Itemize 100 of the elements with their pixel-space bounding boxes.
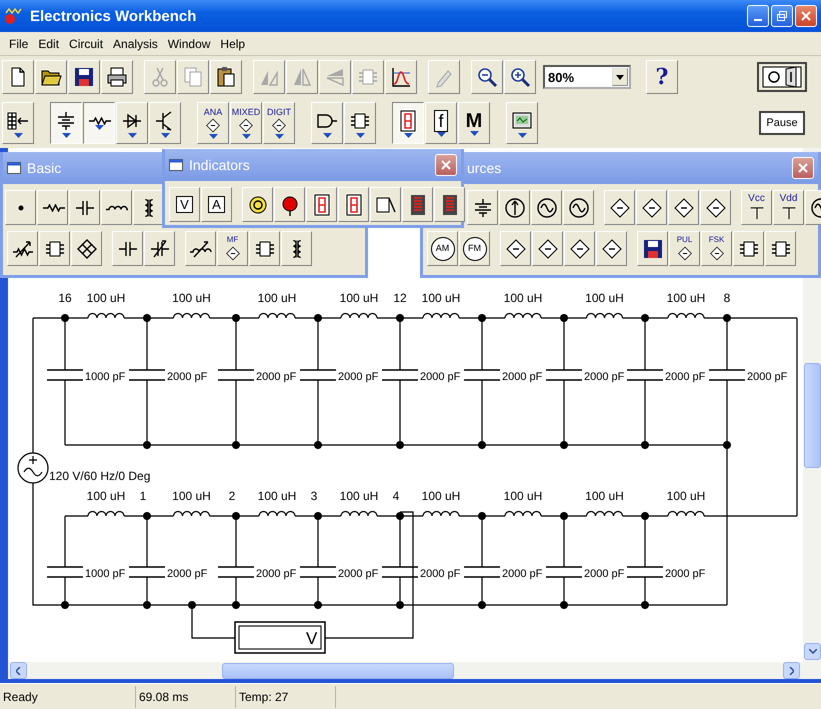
component-button[interactable] bbox=[467, 190, 498, 225]
component-button[interactable] bbox=[69, 190, 100, 225]
component-button[interactable] bbox=[133, 190, 164, 225]
inductance-value: 100 uH bbox=[585, 291, 624, 305]
component-button[interactable] bbox=[144, 231, 175, 266]
component-button[interactable] bbox=[274, 187, 305, 222]
parts-bin-button[interactable]: f bbox=[425, 102, 457, 144]
toolbar-button[interactable] bbox=[210, 60, 242, 94]
toolbar-button[interactable] bbox=[385, 60, 417, 94]
component-button[interactable] bbox=[499, 190, 530, 225]
toolbar-button[interactable] bbox=[471, 60, 503, 94]
component-button[interactable]: FSK bbox=[701, 231, 732, 266]
component-button[interactable] bbox=[434, 187, 465, 222]
capacitance-value: 2000 pF bbox=[167, 371, 208, 383]
parts-bin-button[interactable]: DIGIT bbox=[263, 102, 295, 144]
circle-wave-icon bbox=[566, 196, 590, 220]
scrollbar-thumb[interactable] bbox=[222, 662, 454, 678]
menu-item[interactable]: Analysis bbox=[108, 36, 163, 50]
power-switch[interactable] bbox=[757, 62, 807, 92]
component-button[interactable] bbox=[7, 231, 38, 266]
component-button[interactable] bbox=[700, 190, 731, 225]
parts-bin-button[interactable]: ANA bbox=[197, 102, 229, 144]
dropdown-arrow-icon bbox=[322, 132, 332, 138]
close-button[interactable] bbox=[792, 157, 814, 179]
component-button[interactable] bbox=[242, 187, 273, 222]
component-button[interactable] bbox=[564, 231, 595, 266]
component-button[interactable]: Vcc bbox=[741, 190, 772, 225]
toolbar-button[interactable] bbox=[504, 60, 536, 94]
parts-bin-button[interactable] bbox=[83, 102, 115, 144]
pause-button[interactable]: Pause bbox=[759, 111, 805, 135]
component-button[interactable] bbox=[37, 190, 68, 225]
scroll-right-button[interactable] bbox=[783, 662, 800, 679]
scroll-left-button[interactable] bbox=[10, 662, 27, 679]
component-button[interactable] bbox=[765, 231, 796, 266]
window-icon bbox=[169, 159, 183, 171]
dropdown-arrow-icon bbox=[128, 132, 136, 138]
component-button[interactable] bbox=[563, 190, 594, 225]
inductor-symbol bbox=[340, 510, 378, 517]
restore-button[interactable] bbox=[771, 5, 793, 27]
capacitance-value: 2000 pF bbox=[167, 568, 208, 580]
parts-bin-button[interactable]: M bbox=[458, 102, 490, 144]
capacitance-value: 2000 pF bbox=[584, 568, 624, 580]
capacitor-symbol bbox=[299, 369, 337, 381]
component-button[interactable] bbox=[733, 231, 764, 266]
component-button[interactable] bbox=[39, 231, 70, 266]
component-button[interactable]: AM bbox=[427, 231, 458, 266]
menu-item[interactable]: Edit bbox=[33, 36, 64, 50]
component-button[interactable]: MF bbox=[217, 231, 248, 266]
toolbar-button[interactable] bbox=[2, 60, 34, 94]
inductor-symbol bbox=[258, 510, 296, 517]
inductance-value: 100 uH bbox=[258, 291, 296, 305]
menu-item[interactable]: Circuit bbox=[64, 36, 108, 50]
component-button[interactable] bbox=[532, 231, 563, 266]
component-button[interactable]: V bbox=[169, 187, 200, 222]
scrollbar-thumb[interactable] bbox=[804, 363, 821, 468]
component-button[interactable] bbox=[531, 190, 562, 225]
power-switch-icon bbox=[762, 66, 802, 88]
component-button[interactable] bbox=[306, 187, 337, 222]
component-button[interactable] bbox=[249, 231, 280, 266]
component-button[interactable] bbox=[596, 231, 627, 266]
component-button[interactable] bbox=[668, 190, 699, 225]
dropdown-arrow-icon bbox=[242, 134, 250, 138]
component-button[interactable] bbox=[101, 190, 132, 225]
component-button[interactable] bbox=[637, 231, 668, 266]
component-button[interactable] bbox=[281, 231, 312, 266]
capacitance-value: 2000 pF bbox=[747, 371, 788, 383]
capacitance-value: 2000 pF bbox=[338, 568, 378, 580]
parts-bin-button[interactable]: MIXED bbox=[230, 102, 262, 144]
voltmeter-label: V bbox=[306, 629, 318, 648]
toolbar-button[interactable] bbox=[35, 60, 67, 94]
component-button[interactable] bbox=[370, 187, 401, 222]
menu-item[interactable]: Window bbox=[162, 36, 216, 50]
scroll-down-button[interactable] bbox=[804, 643, 821, 660]
toolbar-button[interactable] bbox=[68, 60, 100, 94]
toolbar-button[interactable] bbox=[101, 60, 133, 94]
component-button[interactable] bbox=[185, 231, 216, 266]
component-button[interactable]: FM bbox=[459, 231, 490, 266]
component-button[interactable] bbox=[71, 231, 102, 266]
close-button[interactable] bbox=[795, 5, 817, 27]
dropdown-arrow-icon bbox=[616, 74, 624, 80]
menu-item[interactable]: File bbox=[4, 36, 34, 50]
component-button[interactable] bbox=[636, 190, 667, 225]
close-button[interactable] bbox=[435, 154, 457, 176]
parts-bin-button[interactable] bbox=[392, 102, 424, 144]
component-button[interactable]: PUL bbox=[669, 231, 700, 266]
component-button[interactable] bbox=[604, 190, 635, 225]
component-button[interactable] bbox=[112, 231, 143, 266]
component-button[interactable]: A bbox=[201, 187, 232, 222]
capacitance-value: 2000 pF bbox=[420, 371, 460, 383]
component-button[interactable] bbox=[402, 187, 433, 222]
zoom-select[interactable]: 80% bbox=[543, 65, 631, 89]
help-button[interactable]: ? bbox=[646, 60, 678, 94]
parts-bin-button[interactable] bbox=[50, 102, 82, 144]
component-button[interactable] bbox=[500, 231, 531, 266]
minimize-button[interactable] bbox=[747, 5, 769, 27]
capacitor-symbol bbox=[708, 369, 746, 381]
menu-item[interactable]: Help bbox=[215, 36, 250, 50]
component-button[interactable]: Vdd bbox=[773, 190, 804, 225]
component-button[interactable] bbox=[338, 187, 369, 222]
node-label: 8 bbox=[724, 291, 730, 305]
